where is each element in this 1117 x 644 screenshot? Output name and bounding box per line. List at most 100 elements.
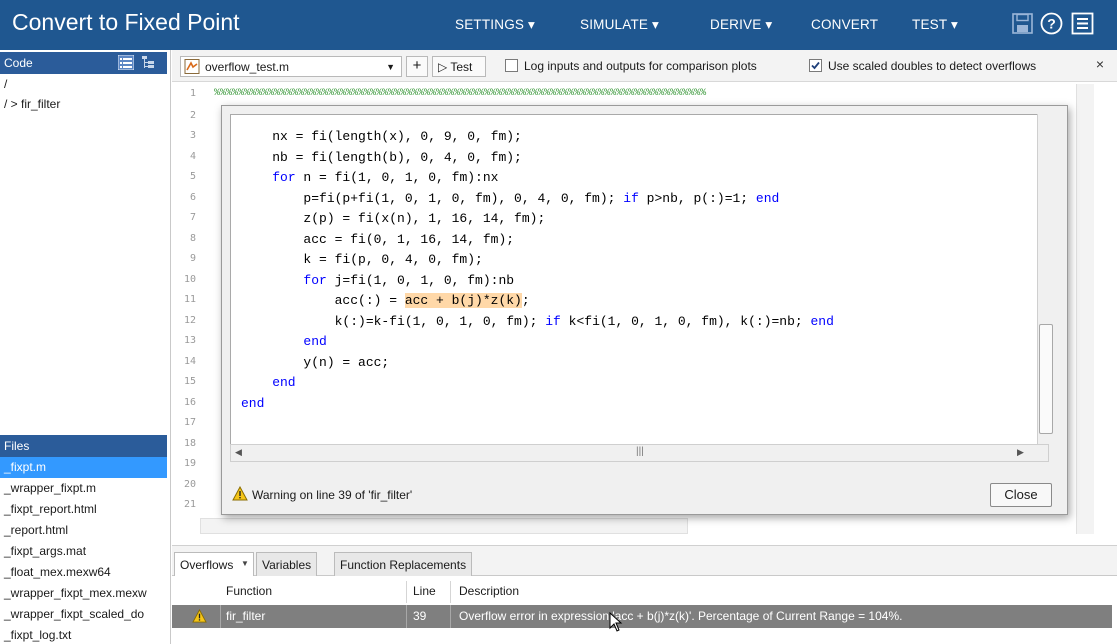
line-number: 8 — [189, 233, 196, 244]
file-item[interactable]: _wrapper_fixpt.m — [0, 478, 167, 499]
line-number: 3 — [189, 130, 196, 141]
line-number: 11 — [183, 294, 196, 305]
test-file-name: overflow_test.m — [205, 60, 290, 74]
mouse-cursor-icon — [609, 612, 623, 632]
test-file-select[interactable]: overflow_test.m ▼ — [180, 56, 402, 77]
results-panel: Overflows ▼ Variables Function Replaceme… — [172, 545, 1117, 644]
column-line[interactable]: Line — [413, 584, 436, 598]
list-view-icon[interactable] — [118, 55, 134, 70]
code-line: for n = fi(1, 0, 1, 0, fm):nx — [241, 170, 498, 185]
log-comparison-checkbox[interactable] — [505, 59, 518, 72]
overflow-code-popup: nx = fi(length(x), 0, 9, 0, fm); nb = fi… — [221, 105, 1068, 515]
cell-divider — [220, 605, 221, 628]
comment-line: %%%%%%%%%%%%%%%%%%%%%%%%%%%%%%%%%%%%%%%%… — [214, 88, 707, 99]
file-item[interactable]: _fixpt_log.txt — [0, 625, 167, 644]
scaled-doubles-checkbox[interactable] — [809, 59, 822, 72]
test-menu[interactable]: TEST ▾ — [912, 17, 958, 33]
save-icon[interactable] — [1011, 12, 1034, 35]
line-number: 7 — [189, 212, 196, 223]
file-item[interactable]: _fixpt.m — [0, 457, 167, 478]
code-line: y(n) = acc; — [241, 355, 390, 370]
tab-variables[interactable]: Variables — [256, 552, 318, 576]
cell-description: Overflow error in expression 'acc + b(j)… — [459, 609, 903, 623]
file-item[interactable]: _wrapper_fixpt_scaled_do — [0, 604, 167, 625]
close-test-toolbar-button[interactable]: × — [1096, 56, 1104, 72]
cell-divider — [450, 605, 451, 628]
tree-item-root[interactable]: / — [4, 77, 7, 91]
code-text: n = fi(1, 0, 1, 0, fm):nx — [295, 170, 499, 185]
line-number: 4 — [189, 151, 196, 162]
popup-horizontal-scrollbar[interactable]: ◀ ||| ▶ — [230, 444, 1049, 462]
warning-icon — [192, 609, 207, 623]
menu-icon[interactable] — [1071, 12, 1094, 35]
tab-function-replacements[interactable]: Function Replacements — [334, 552, 473, 576]
line-number: 20 — [183, 479, 196, 490]
convert-menu[interactable]: CONVERT — [811, 17, 878, 32]
code-line: nb = fi(length(b), 0, 4, 0, fm); — [241, 150, 522, 165]
column-divider — [450, 581, 451, 603]
overflow-highlight: acc + b(j)*z(k) — [404, 293, 522, 308]
line-number: 2 — [189, 110, 196, 121]
matlab-file-icon — [184, 59, 200, 74]
tree-item-fir-filter[interactable]: / > fir_filter — [4, 97, 60, 111]
code-header-label: Code — [4, 56, 33, 70]
add-test-file-button[interactable]: + — [406, 56, 428, 77]
line-number: 10 — [183, 274, 196, 285]
line-number: 12 — [183, 315, 196, 326]
derive-menu[interactable]: DERIVE ▾ — [710, 17, 772, 33]
scroll-right-icon[interactable]: ▶ — [1017, 447, 1024, 458]
file-item[interactable]: _report.html — [0, 520, 167, 541]
code-line: k = fi(p, 0, 4, 0, fm); — [241, 252, 483, 267]
scroll-left-icon[interactable]: ◀ — [235, 447, 242, 458]
code-line: acc = fi(0, 1, 16, 14, fm); — [241, 232, 515, 247]
simulate-menu[interactable]: SIMULATE ▾ — [580, 17, 659, 33]
code-line: for j=fi(1, 0, 1, 0, fm):nb — [241, 273, 514, 288]
editor-horizontal-scrollbar[interactable] — [200, 518, 688, 534]
code-panel-header: Code — [0, 52, 167, 74]
run-test-button[interactable]: ▷ Test — [432, 56, 486, 77]
file-item[interactable]: _wrapper_fixpt_mex.mexw — [0, 583, 167, 604]
file-item[interactable]: _fixpt_report.html — [0, 499, 167, 520]
code-line: k(:)=k-fi(1, 0, 1, 0, fm); if k<fi(1, 0,… — [241, 314, 834, 329]
warning-icon — [232, 486, 248, 501]
file-item[interactable]: _fixpt_args.mat — [0, 541, 167, 562]
table-row[interactable]: fir_filter 39 Overflow error in expressi… — [172, 605, 1112, 628]
column-description[interactable]: Description — [459, 584, 519, 598]
file-item[interactable]: _float_mex.mexw64 — [0, 562, 167, 583]
line-number: 15 — [183, 376, 196, 387]
cell-function: fir_filter — [226, 609, 266, 623]
test-toolbar: overflow_test.m ▼ + ▷ Test Log inputs an… — [172, 50, 1117, 82]
editor-vertical-scrollbar[interactable] — [1076, 84, 1094, 534]
line-number: 13 — [183, 335, 196, 346]
help-icon[interactable]: ? — [1040, 12, 1063, 35]
scroll-grip-icon: ||| — [636, 446, 644, 457]
tab-overflows-label: Overflows — [180, 558, 234, 572]
chevron-down-icon[interactable]: ▼ — [241, 559, 249, 568]
app-title: Convert to Fixed Point — [12, 9, 240, 35]
chevron-down-icon: ▼ — [386, 62, 395, 72]
scaled-doubles-label: Use scaled doubles to detect overflows — [828, 59, 1037, 73]
code-text: ; — [521, 293, 530, 308]
files-panel-header: Files — [0, 435, 167, 457]
tree-view-icon[interactable] — [140, 55, 156, 70]
code-line: p=fi(p+fi(1, 0, 1, 0, fm), 0, 4, 0, fm);… — [241, 191, 779, 206]
settings-menu[interactable]: SETTINGS ▾ — [455, 17, 535, 33]
popup-vertical-scrollbar[interactable] — [1037, 114, 1055, 444]
svg-text:?: ? — [1047, 16, 1056, 32]
line-number: 1 — [189, 88, 196, 99]
line-number: 14 — [183, 356, 196, 367]
code-line: nx = fi(length(x), 0, 9, 0, fm); — [241, 129, 522, 144]
line-number: 19 — [183, 458, 196, 469]
line-number: 18 — [183, 438, 196, 449]
cell-divider — [406, 605, 407, 628]
scrollbar-thumb[interactable] — [1039, 324, 1053, 434]
tab-overflows[interactable]: Overflows ▼ — [174, 552, 254, 576]
close-popup-button[interactable]: Close — [990, 483, 1052, 507]
line-number: 6 — [189, 192, 196, 203]
column-function[interactable]: Function — [226, 584, 272, 598]
code-text: acc(:) = — [241, 293, 405, 308]
code-line: end — [241, 334, 327, 349]
code-line: end — [241, 396, 265, 411]
